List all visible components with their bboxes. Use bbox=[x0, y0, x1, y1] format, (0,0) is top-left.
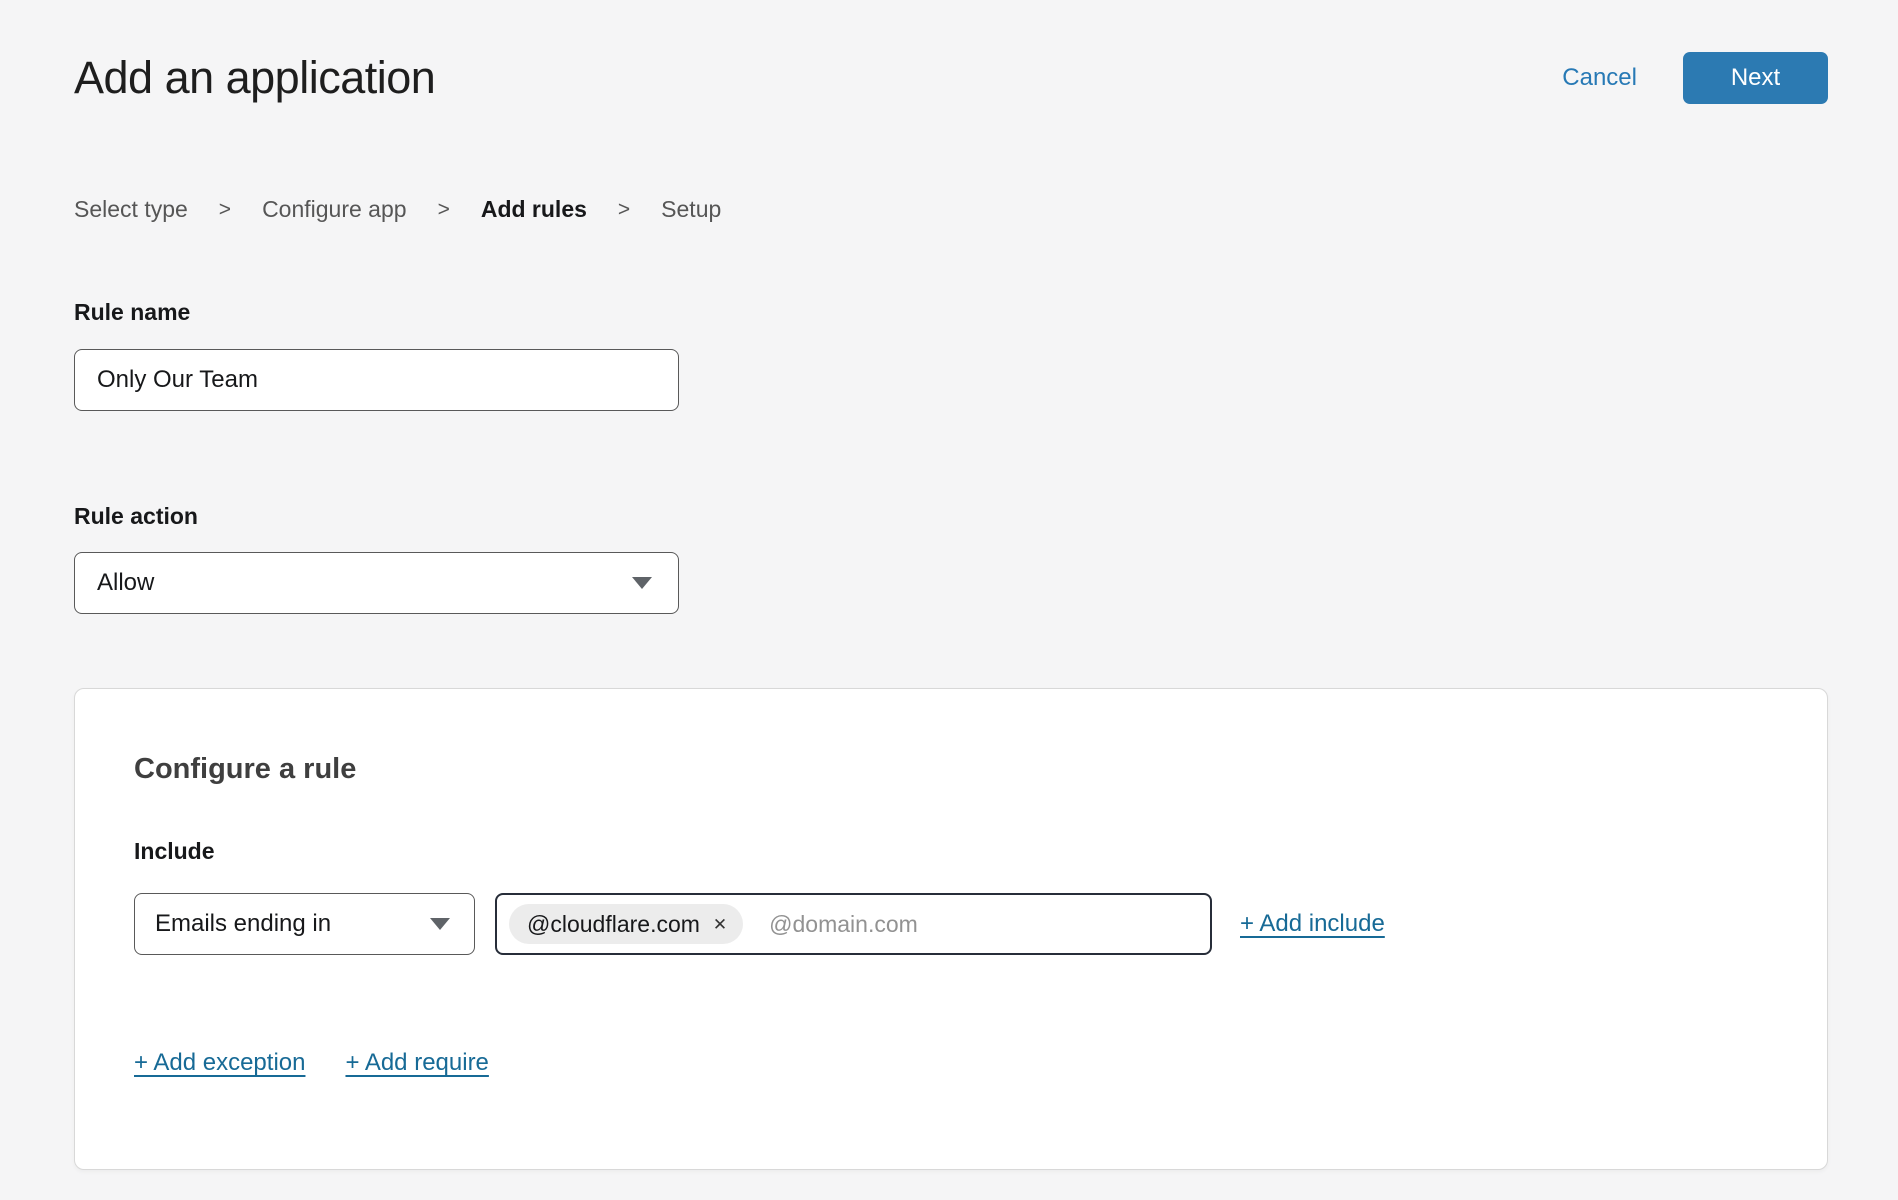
breadcrumb-step-select-type[interactable]: Select type bbox=[74, 196, 188, 223]
breadcrumb-separator: > bbox=[438, 198, 450, 222]
rule-action-select[interactable]: Allow bbox=[74, 552, 679, 614]
chevron-down-icon bbox=[632, 577, 652, 589]
rule-name-label: Rule name bbox=[74, 299, 1828, 326]
include-value-input[interactable]: @cloudflare.com ✕ bbox=[495, 893, 1212, 955]
cancel-button[interactable]: Cancel bbox=[1562, 64, 1637, 92]
configure-rule-card: Configure a rule Include Emails ending i… bbox=[74, 688, 1828, 1170]
breadcrumb: Select type > Configure app > Add rules … bbox=[74, 196, 1828, 223]
page-title: Add an application bbox=[74, 52, 435, 104]
extra-links-row: + Add exception + Add require bbox=[134, 1049, 1768, 1077]
rule-name-input[interactable] bbox=[74, 349, 679, 411]
email-domain-entry[interactable] bbox=[769, 911, 1198, 938]
breadcrumb-separator: > bbox=[618, 198, 630, 222]
email-domain-tag: @cloudflare.com ✕ bbox=[509, 904, 743, 944]
breadcrumb-step-configure-app[interactable]: Configure app bbox=[262, 196, 407, 223]
breadcrumb-separator: > bbox=[219, 198, 231, 222]
include-selector-value: Emails ending in bbox=[155, 910, 331, 938]
remove-tag-icon[interactable]: ✕ bbox=[713, 916, 727, 933]
add-require-link[interactable]: + Add require bbox=[345, 1049, 488, 1077]
add-application-page: Add an application Cancel Next Select ty… bbox=[0, 0, 1898, 1170]
rule-action-label: Rule action bbox=[74, 503, 1828, 530]
add-include-link[interactable]: + Add include bbox=[1240, 910, 1385, 938]
email-domain-tag-label: @cloudflare.com bbox=[527, 911, 700, 938]
include-label: Include bbox=[134, 838, 1768, 865]
card-title: Configure a rule bbox=[134, 753, 1768, 786]
rule-action-value: Allow bbox=[97, 569, 154, 597]
next-button[interactable]: Next bbox=[1683, 52, 1828, 104]
include-row: Emails ending in @cloudflare.com ✕ + Add… bbox=[134, 893, 1768, 955]
breadcrumb-step-add-rules[interactable]: Add rules bbox=[481, 196, 587, 223]
include-selector[interactable]: Emails ending in bbox=[134, 893, 475, 955]
breadcrumb-step-setup[interactable]: Setup bbox=[661, 196, 721, 223]
add-exception-link[interactable]: + Add exception bbox=[134, 1049, 305, 1077]
chevron-down-icon bbox=[430, 918, 450, 930]
topbar-actions: Cancel Next bbox=[1562, 52, 1828, 104]
topbar: Add an application Cancel Next bbox=[74, 52, 1828, 104]
